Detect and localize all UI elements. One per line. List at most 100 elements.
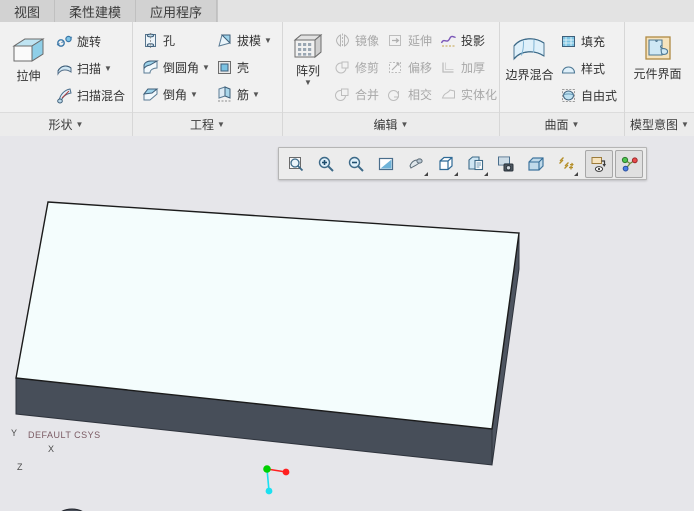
group-footer-editing[interactable]: 编辑▼ xyxy=(283,112,499,136)
revolve-button[interactable]: 旋转 xyxy=(53,28,128,55)
datum-display-icon[interactable] xyxy=(552,150,580,178)
draft-icon xyxy=(216,32,233,49)
extrude-label: 拉伸 xyxy=(16,70,40,83)
boundary-blend-icon xyxy=(511,34,547,66)
shell-button[interactable]: 壳 xyxy=(213,54,278,81)
draft-button[interactable]: 拔模 ▼ xyxy=(213,27,278,54)
sweep-button[interactable]: 扫描 ▼ xyxy=(53,55,128,82)
chamfer-icon xyxy=(142,86,159,103)
pattern-button[interactable]: 阵列 ▼ xyxy=(288,30,328,86)
group-footer-shape-label: 形状 xyxy=(49,118,73,132)
tab-applications[interactable]: 应用程序 xyxy=(136,0,217,22)
annotation-display-icon[interactable] xyxy=(585,150,613,178)
rib-icon xyxy=(216,86,233,103)
chevron-down-icon[interactable]: ▼ xyxy=(252,90,260,99)
ribbon-group-surfaces: 边界混合 填充 xyxy=(500,22,625,136)
model-canvas[interactable] xyxy=(0,136,694,511)
fill-button[interactable]: 填充 xyxy=(557,28,620,55)
chevron-down-icon[interactable]: ▼ xyxy=(104,64,112,73)
thicken-button[interactable]: 加厚 xyxy=(437,54,495,81)
mirror-label: 镜像 xyxy=(355,32,379,49)
revolve-icon xyxy=(56,33,73,50)
group-footer-surfaces[interactable]: 曲面▼ xyxy=(500,112,624,136)
spin-center-icon[interactable] xyxy=(402,150,430,178)
group-footer-editing-label: 编辑 xyxy=(374,118,398,132)
chevron-dropdown-icon[interactable] xyxy=(480,172,488,176)
extrude-icon xyxy=(10,35,46,67)
freestyle-icon xyxy=(560,87,577,104)
repaint-icon[interactable] xyxy=(372,150,400,178)
trim-button[interactable]: 修剪 xyxy=(331,54,382,81)
extrude-button[interactable]: 拉伸 xyxy=(8,33,49,83)
zoom-in-icon[interactable] xyxy=(312,150,340,178)
drag-handle-triad xyxy=(263,465,289,494)
zoom-out-icon[interactable] xyxy=(342,150,370,178)
axis-label-x: X xyxy=(48,444,54,454)
offset-label: 偏移 xyxy=(408,59,432,76)
style-button[interactable]: 样式 xyxy=(557,55,620,82)
handle-x-dot xyxy=(283,469,290,476)
group-footer-surfaces-label: 曲面 xyxy=(545,118,569,132)
tabstrip-filler xyxy=(217,0,694,22)
project-label: 投影 xyxy=(461,32,485,49)
spin-center-toggle-icon[interactable] xyxy=(615,150,643,178)
extend-button[interactable]: 延伸 xyxy=(384,27,435,54)
chevron-dropdown-icon[interactable] xyxy=(570,172,578,176)
sweep-icon xyxy=(56,60,73,77)
group-footer-engineering-label: 工程 xyxy=(190,118,214,132)
hole-button[interactable]: 孔 xyxy=(139,27,211,54)
view-manager-icon[interactable] xyxy=(492,150,520,178)
sweep-label: 扫描 xyxy=(77,60,101,77)
hole-icon xyxy=(142,32,159,49)
round-button[interactable]: 倒圆角 ▼ xyxy=(139,54,211,81)
mirror-button[interactable]: 镜像 xyxy=(331,27,382,54)
group-footer-shape[interactable]: 形状▼ xyxy=(0,112,132,136)
chevron-down-icon[interactable]: ▼ xyxy=(190,90,198,99)
perspective-view-icon[interactable] xyxy=(522,150,550,178)
pattern-icon xyxy=(292,32,324,62)
ribbon-group-engineering: 孔 倒圆角 ▼ xyxy=(133,22,283,136)
chevron-down-icon[interactable]: ▼ xyxy=(202,63,210,72)
axis-label-y: Y xyxy=(11,428,17,438)
display-style-icon[interactable] xyxy=(432,150,460,178)
pattern-label: 阵列 xyxy=(296,65,320,78)
intersect-button[interactable]: 相交 xyxy=(384,81,435,108)
chevron-down-icon[interactable]: ▼ xyxy=(264,36,272,45)
rib-button[interactable]: 筋 ▼ xyxy=(213,81,278,108)
fill-label: 填充 xyxy=(581,33,605,50)
thicken-label: 加厚 xyxy=(461,59,485,76)
trim-label: 修剪 xyxy=(355,59,379,76)
chevron-dropdown-icon[interactable] xyxy=(420,172,428,176)
tab-flexible-modeling[interactable]: 柔性建模 xyxy=(55,0,136,22)
graphics-window[interactable]: DEFAULT CSYS Y X Z xyxy=(0,136,694,511)
handle-z-dot xyxy=(266,488,273,495)
boundary-blend-button[interactable]: 边界混合 xyxy=(504,32,555,82)
solidify-icon xyxy=(440,86,457,103)
group-footer-model-intent-label: 模型意图 xyxy=(630,118,678,132)
swept-blend-icon xyxy=(56,87,73,104)
chevron-down-icon[interactable]: ▼ xyxy=(304,79,312,86)
ribbon: 拉伸 旋转 xyxy=(0,22,694,137)
saved-views-icon[interactable] xyxy=(462,150,490,178)
group-footer-model-intent[interactable]: 模型意图▼ xyxy=(625,112,694,136)
axis-label-z: Z xyxy=(17,462,23,472)
round-icon xyxy=(142,59,159,76)
mirror-icon xyxy=(334,32,351,49)
merge-button[interactable]: 合并 xyxy=(331,81,382,108)
freestyle-button[interactable]: 自由式 xyxy=(557,82,620,109)
trim-icon xyxy=(334,59,351,76)
solidify-button[interactable]: 实体化 xyxy=(437,81,495,108)
freestyle-label: 自由式 xyxy=(581,87,617,104)
tab-view[interactable]: 视图 xyxy=(0,0,55,22)
ribbon-group-editing: 阵列 ▼ 镜像 xyxy=(283,22,500,136)
zoom-to-fit-icon[interactable] xyxy=(282,150,310,178)
swept-blend-button[interactable]: 扫描混合 xyxy=(53,82,128,109)
offset-button[interactable]: 偏移 xyxy=(384,54,435,81)
group-footer-engineering[interactable]: 工程▼ xyxy=(133,112,282,136)
project-button[interactable]: 投影 xyxy=(437,27,495,54)
component-interface-button[interactable]: 元件界面 xyxy=(625,33,690,81)
style-label: 样式 xyxy=(581,60,605,77)
chevron-dropdown-icon[interactable] xyxy=(450,172,458,176)
view-toolbar xyxy=(278,147,647,180)
chamfer-button[interactable]: 倒角 ▼ xyxy=(139,81,211,108)
